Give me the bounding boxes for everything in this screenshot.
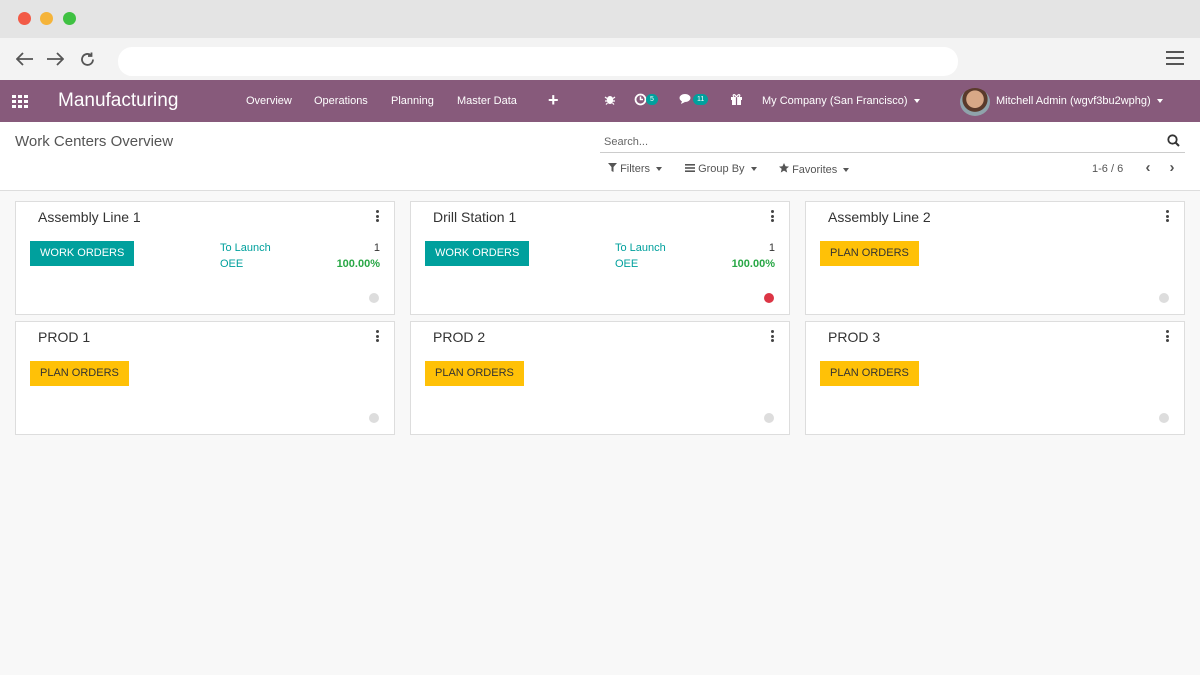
- kebab-menu-icon[interactable]: [771, 330, 775, 342]
- app-title[interactable]: Manufacturing: [58, 90, 178, 112]
- user-menu[interactable]: Mitchell Admin (wgvf3bu2wphg): [996, 95, 1163, 107]
- to-launch-count[interactable]: 1: [374, 242, 380, 254]
- kebab-menu-icon[interactable]: [771, 210, 775, 222]
- filters-button[interactable]: Filters: [608, 163, 663, 175]
- card-title[interactable]: Assembly Line 1: [38, 209, 141, 225]
- menu-operations[interactable]: Operations: [314, 95, 368, 107]
- kebab-menu-icon[interactable]: [376, 210, 380, 222]
- caret-down-icon: [1156, 99, 1163, 104]
- reload-icon[interactable]: [76, 48, 98, 70]
- plan-orders-button[interactable]: PLAN ORDERS: [30, 361, 129, 386]
- favorites-button[interactable]: Favorites: [779, 163, 850, 176]
- plan-orders-button[interactable]: PLAN ORDERS: [425, 361, 524, 386]
- messages-chat-icon[interactable]: [679, 93, 693, 108]
- card-title[interactable]: Assembly Line 2: [828, 209, 931, 225]
- debug-bug-icon[interactable]: [604, 93, 616, 108]
- to-launch-link[interactable]: To Launch: [615, 242, 666, 254]
- filter-funnel-icon: [608, 163, 617, 172]
- oee-link[interactable]: OEE: [615, 258, 638, 270]
- pager-previous-icon[interactable]: ‹: [1141, 160, 1155, 176]
- close-window-button[interactable]: [18, 12, 31, 25]
- work-center-card[interactable]: PROD 3 PLAN ORDERS: [805, 321, 1185, 435]
- control-panel: Work Centers Overview Filters Group By F…: [0, 122, 1200, 191]
- pager-next-icon[interactable]: ›: [1165, 160, 1179, 176]
- oee-value[interactable]: 100.00%: [732, 258, 775, 270]
- status-indicator[interactable]: [764, 413, 774, 423]
- plan-orders-button[interactable]: PLAN ORDERS: [820, 241, 919, 266]
- search-input[interactable]: [604, 133, 1144, 151]
- search-box: [600, 131, 1185, 153]
- user-avatar[interactable]: [960, 88, 990, 116]
- caret-down-icon: [843, 168, 850, 173]
- card-title[interactable]: Drill Station 1: [433, 209, 516, 225]
- menu-master-data[interactable]: Master Data: [457, 95, 517, 107]
- status-indicator[interactable]: [369, 413, 379, 423]
- caret-down-icon: [656, 167, 663, 172]
- maximize-window-button[interactable]: [63, 12, 76, 25]
- company-switcher[interactable]: My Company (San Francisco): [762, 95, 920, 107]
- to-launch-link[interactable]: To Launch: [220, 242, 271, 254]
- pager-value[interactable]: 1-6 / 6: [1092, 163, 1123, 175]
- work-center-card[interactable]: Assembly Line 1 WORK ORDERS To Launch 1 …: [15, 201, 395, 315]
- group-by-label: Group By: [698, 163, 745, 175]
- status-indicator[interactable]: [1159, 413, 1169, 423]
- messages-count-badge: 11: [693, 94, 709, 105]
- activity-clock-icon[interactable]: [634, 93, 647, 109]
- kebab-menu-icon[interactable]: [1166, 330, 1170, 342]
- forward-arrow-icon[interactable]: [44, 48, 66, 70]
- apps-grid-icon[interactable]: [12, 95, 30, 108]
- group-by-button[interactable]: Group By: [685, 163, 757, 175]
- activity-count-badge: 5: [646, 94, 658, 105]
- company-name: My Company (San Francisco): [762, 95, 908, 107]
- minimize-window-button[interactable]: [40, 12, 53, 25]
- work-center-card[interactable]: Drill Station 1 WORK ORDERS To Launch 1 …: [410, 201, 790, 315]
- work-center-card[interactable]: PROD 1 PLAN ORDERS: [15, 321, 395, 435]
- work-orders-button[interactable]: WORK ORDERS: [30, 241, 135, 266]
- status-indicator[interactable]: [1159, 293, 1169, 303]
- list-bars-icon: [685, 164, 695, 172]
- kebab-menu-icon[interactable]: [1166, 210, 1170, 222]
- card-title[interactable]: PROD 3: [828, 329, 880, 345]
- caret-down-icon: [913, 99, 920, 104]
- user-name: Mitchell Admin (wgvf3bu2wphg): [996, 95, 1151, 107]
- oee-value[interactable]: 100.00%: [337, 258, 380, 270]
- hamburger-menu-icon[interactable]: [1166, 51, 1184, 67]
- window-titlebar: [0, 0, 1200, 38]
- status-indicator[interactable]: [764, 293, 774, 303]
- menu-overview[interactable]: Overview: [246, 95, 292, 107]
- to-launch-count[interactable]: 1: [769, 242, 775, 254]
- star-icon: [779, 163, 789, 173]
- status-indicator[interactable]: [369, 293, 379, 303]
- favorites-label: Favorites: [792, 164, 838, 176]
- breadcrumb: Work Centers Overview: [15, 133, 174, 150]
- kebab-menu-icon[interactable]: [376, 330, 380, 342]
- oee-link[interactable]: OEE: [220, 258, 243, 270]
- plus-icon[interactable]: +: [548, 90, 559, 111]
- work-center-card[interactable]: Assembly Line 2 PLAN ORDERS: [805, 201, 1185, 315]
- filters-label: Filters: [620, 163, 651, 175]
- back-arrow-icon[interactable]: [14, 48, 36, 70]
- browser-toolbar: [0, 38, 1200, 80]
- app-navbar: Manufacturing Overview Operations Planni…: [0, 80, 1200, 122]
- address-bar[interactable]: [118, 47, 958, 76]
- work-center-card[interactable]: PROD 2 PLAN ORDERS: [410, 321, 790, 435]
- card-title[interactable]: PROD 1: [38, 329, 90, 345]
- card-title[interactable]: PROD 2: [433, 329, 485, 345]
- caret-down-icon: [750, 167, 757, 172]
- menu-planning[interactable]: Planning: [391, 95, 434, 107]
- work-orders-button[interactable]: WORK ORDERS: [425, 241, 530, 266]
- gift-icon[interactable]: [730, 93, 743, 108]
- plan-orders-button[interactable]: PLAN ORDERS: [820, 361, 919, 386]
- search-icon[interactable]: [1167, 134, 1180, 147]
